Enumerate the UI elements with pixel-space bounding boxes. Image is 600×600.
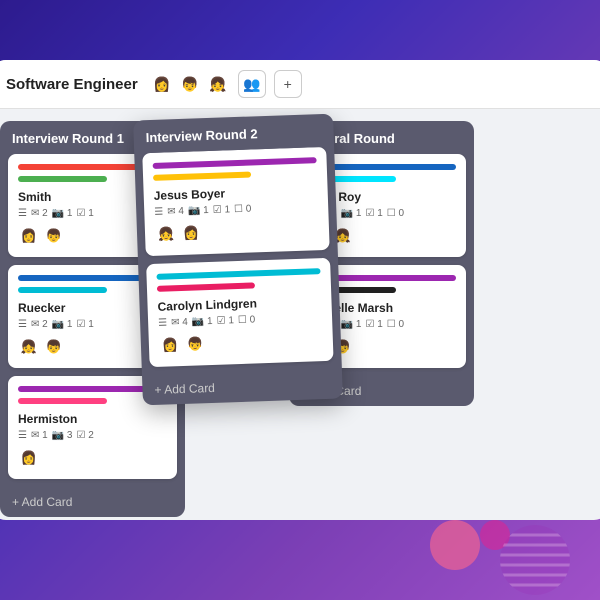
meta-check: ☑ 1 <box>365 208 382 219</box>
meta-check: ☑ 1 <box>213 204 231 216</box>
card-meta-carolyn: ☰ ✉ 4 📷 1 ☑ 1 ☐ 0 <box>158 312 322 329</box>
meta-img: 📷 1 <box>188 205 209 217</box>
card-bar-pink2 <box>157 282 256 291</box>
card-bar-purple2 <box>153 157 317 169</box>
card-bar-pink <box>18 398 107 404</box>
card-meta-hermiston: ☰ ✉ 1 📷 3 ☑ 2 <box>18 430 167 441</box>
meta-msg: ✉ 1 <box>31 430 48 441</box>
card-meta-jesus: ☰ ✉ 4 📷 1 ☑ 1 ☐ 0 <box>154 201 318 218</box>
meta-uncheck: ☐ 0 <box>234 204 252 216</box>
decorative-striped-circle <box>500 525 570 595</box>
meta-uncheck: ☐ 0 <box>238 314 256 326</box>
column-round2: Interview Round 2 Jesus Boyer ☰ ✉ 4 📷 1 … <box>133 114 343 406</box>
decorative-circle-pink <box>430 520 480 570</box>
card-name-jesus: Jesus Boyer <box>153 183 317 203</box>
card-name-carolyn: Carolyn Lindgren <box>157 294 321 314</box>
card-name-hermiston: Hermiston <box>18 412 167 426</box>
board-container: Software Engineer 👩 👦 👧 👥 + Interview Ro… <box>0 60 600 520</box>
avatar-1: 👩 <box>150 72 174 96</box>
card-jesus-boyer[interactable]: Jesus Boyer ☰ ✉ 4 📷 1 ☑ 1 ☐ 0 👧 👩 <box>142 147 329 256</box>
meta-msg: ✉ 2 <box>31 319 48 330</box>
add-column-button[interactable]: + <box>274 70 302 98</box>
avatar-3: 👧 <box>206 72 230 96</box>
avatar-smith-2: 👦 <box>43 225 65 247</box>
meta-lines: ☰ <box>18 319 27 330</box>
card-avatars-jesus: 👧 👩 <box>155 218 320 246</box>
meta-lines: ☰ <box>158 318 167 329</box>
add-card-round1[interactable]: + Add Card <box>0 487 185 517</box>
avatar-carolyn-1: 👩 <box>159 334 182 357</box>
avatar-2: 👦 <box>178 72 202 96</box>
avatar-carolyn-2: 👦 <box>184 333 207 356</box>
board-header: Software Engineer 👩 👦 👧 👥 + <box>0 60 600 109</box>
meta-check: ☑ 1 <box>216 315 234 327</box>
meta-img: 📷 1 <box>52 208 73 219</box>
avatar-hermiston-1: 👩 <box>18 447 40 469</box>
avatar-jesus-1: 👧 <box>155 223 178 246</box>
meta-msg: ✉ 4 <box>167 206 184 218</box>
card-avatars-hermiston: 👩 <box>18 447 167 469</box>
meta-check: ☑ 1 <box>76 208 93 219</box>
card-avatars-carolyn: 👩 👦 <box>159 329 324 357</box>
card-carolyn[interactable]: Carolyn Lindgren ☰ ✉ 4 📷 1 ☑ 1 ☐ 0 👩 👦 <box>146 258 333 367</box>
meta-lines: ☰ <box>18 208 27 219</box>
card-bar-yellow <box>153 171 252 180</box>
meta-img: 📷 1 <box>192 316 213 328</box>
header-avatars: 👩 👦 👧 <box>150 72 230 96</box>
board-title: Software Engineer <box>6 76 138 93</box>
meta-check: ☑ 1 <box>365 319 382 330</box>
meta-lines: ☰ <box>18 430 27 441</box>
avatar-ruecker-1: 👧 <box>18 336 40 358</box>
team-button[interactable]: 👥 <box>238 70 266 98</box>
columns-area: Interview Round 1 Smith ☰ ✉ 2 📷 1 ☑ 1 👩 <box>0 109 600 519</box>
card-bar-green <box>18 176 107 182</box>
meta-img: 📷 1 <box>52 319 73 330</box>
meta-check: ☑ 2 <box>76 430 93 441</box>
meta-check: ☑ 1 <box>76 319 93 330</box>
column-round2-cards: Jesus Boyer ☰ ✉ 4 📷 1 ☑ 1 ☐ 0 👧 👩 <box>134 147 342 376</box>
meta-lines: ☰ <box>154 207 163 218</box>
meta-uncheck: ☐ 0 <box>387 208 404 219</box>
card-bar-cyan <box>18 287 107 293</box>
avatar-smith-1: 👩 <box>18 225 40 247</box>
meta-img: 📷 1 <box>341 319 362 330</box>
card-bar-cyan2 <box>156 268 320 280</box>
meta-img: 📷 3 <box>52 430 73 441</box>
meta-msg: ✉ 2 <box>31 208 48 219</box>
meta-uncheck: ☐ 0 <box>387 319 404 330</box>
meta-msg: ✉ 4 <box>171 317 188 329</box>
avatar-jesus-2: 👩 <box>180 222 203 245</box>
meta-img: 📷 1 <box>341 208 362 219</box>
avatar-ruecker-2: 👦 <box>43 336 65 358</box>
